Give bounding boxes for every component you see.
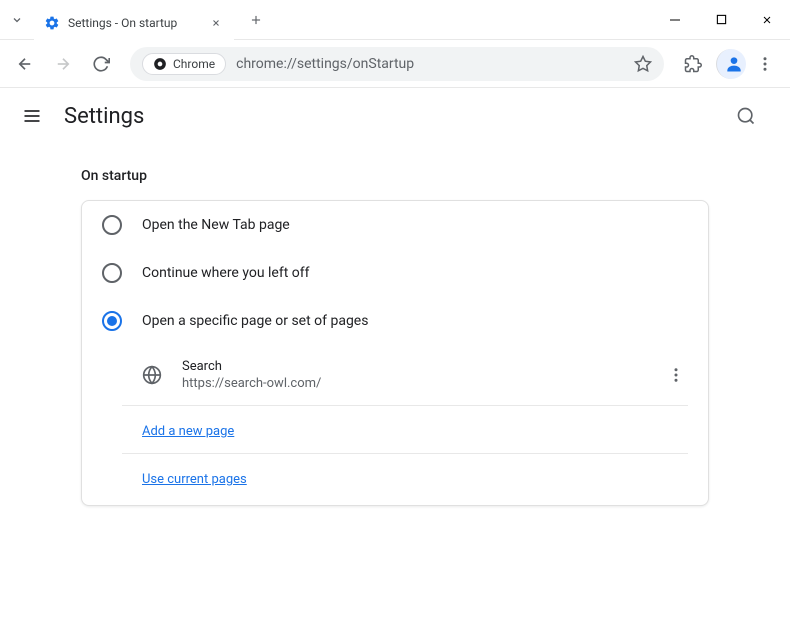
gear-icon <box>44 15 60 31</box>
puzzle-icon <box>684 55 702 73</box>
site-chip-label: Chrome <box>173 57 215 71</box>
window-controls <box>652 0 790 40</box>
person-icon <box>724 54 744 74</box>
star-icon[interactable] <box>634 55 652 73</box>
radio-icon <box>102 215 122 235</box>
startup-pages-section: Search https://search-owl.com/ Add a new… <box>122 345 688 505</box>
browser-tab[interactable]: Settings - On startup <box>34 6 234 40</box>
address-bar[interactable]: Chrome chrome://settings/onStartup <box>130 47 664 81</box>
browser-menu-button[interactable] <box>748 47 782 81</box>
page-info: Search https://search-owl.com/ <box>182 359 644 391</box>
nav-back-button[interactable] <box>8 47 42 81</box>
use-current-pages-link[interactable]: Use current pages <box>142 472 247 487</box>
page-actions-button[interactable] <box>664 366 688 384</box>
chevron-down-icon <box>11 14 23 26</box>
more-vert-icon <box>667 366 685 384</box>
maximize-icon <box>716 14 727 25</box>
radio-option-new-tab[interactable]: Open the New Tab page <box>82 201 708 249</box>
window-minimize-button[interactable] <box>652 0 698 40</box>
url-text: chrome://settings/onStartup <box>236 56 624 72</box>
settings-search-button[interactable] <box>734 104 758 128</box>
radio-label: Open a specific page or set of pages <box>142 313 368 329</box>
globe-icon <box>142 365 162 385</box>
search-icon <box>736 106 756 126</box>
extensions-button[interactable] <box>676 47 710 81</box>
page-title: Settings <box>64 104 144 129</box>
reload-icon <box>92 55 110 73</box>
settings-content: On startup Open the New Tab page Continu… <box>0 144 790 530</box>
arrow-left-icon <box>16 55 34 73</box>
radio-icon <box>102 311 122 331</box>
more-vert-icon <box>756 55 774 73</box>
plus-icon <box>249 13 263 27</box>
close-icon <box>761 14 773 26</box>
tab-search-dropdown[interactable] <box>0 0 34 40</box>
tab-title: Settings - On startup <box>68 16 200 30</box>
page-title-text: Search <box>182 359 644 374</box>
minimize-icon <box>669 14 681 26</box>
radio-label: Continue where you left off <box>142 265 310 281</box>
add-new-page-link[interactable]: Add a new page <box>142 424 234 439</box>
browser-titlebar: Settings - On startup <box>0 0 790 40</box>
settings-header: Settings <box>0 88 790 144</box>
radio-option-specific-pages[interactable]: Open a specific page or set of pages <box>82 297 708 345</box>
hamburger-icon <box>22 106 42 126</box>
startup-card: Open the New Tab page Continue where you… <box>81 200 709 506</box>
radio-label: Open the New Tab page <box>142 217 290 233</box>
nav-reload-button[interactable] <box>84 47 118 81</box>
browser-toolbar: Chrome chrome://settings/onStartup <box>0 40 790 88</box>
profile-button[interactable] <box>716 49 746 79</box>
new-tab-button[interactable] <box>242 6 270 34</box>
tab-close-button[interactable] <box>208 15 224 31</box>
radio-icon <box>102 263 122 283</box>
add-page-row: Add a new page <box>122 406 688 454</box>
radio-option-continue[interactable]: Continue where you left off <box>82 249 708 297</box>
window-maximize-button[interactable] <box>698 0 744 40</box>
chrome-icon <box>153 57 167 71</box>
page-url-text: https://search-owl.com/ <box>182 376 644 391</box>
close-icon <box>211 18 221 28</box>
site-chip[interactable]: Chrome <box>142 53 226 75</box>
nav-forward-button[interactable] <box>46 47 80 81</box>
use-current-row: Use current pages <box>122 454 688 505</box>
toolbar-right <box>676 47 782 81</box>
startup-page-row: Search https://search-owl.com/ <box>122 345 688 406</box>
section-heading: On startup <box>81 168 709 184</box>
arrow-right-icon <box>54 55 72 73</box>
window-close-button[interactable] <box>744 0 790 40</box>
settings-menu-button[interactable] <box>20 104 44 128</box>
